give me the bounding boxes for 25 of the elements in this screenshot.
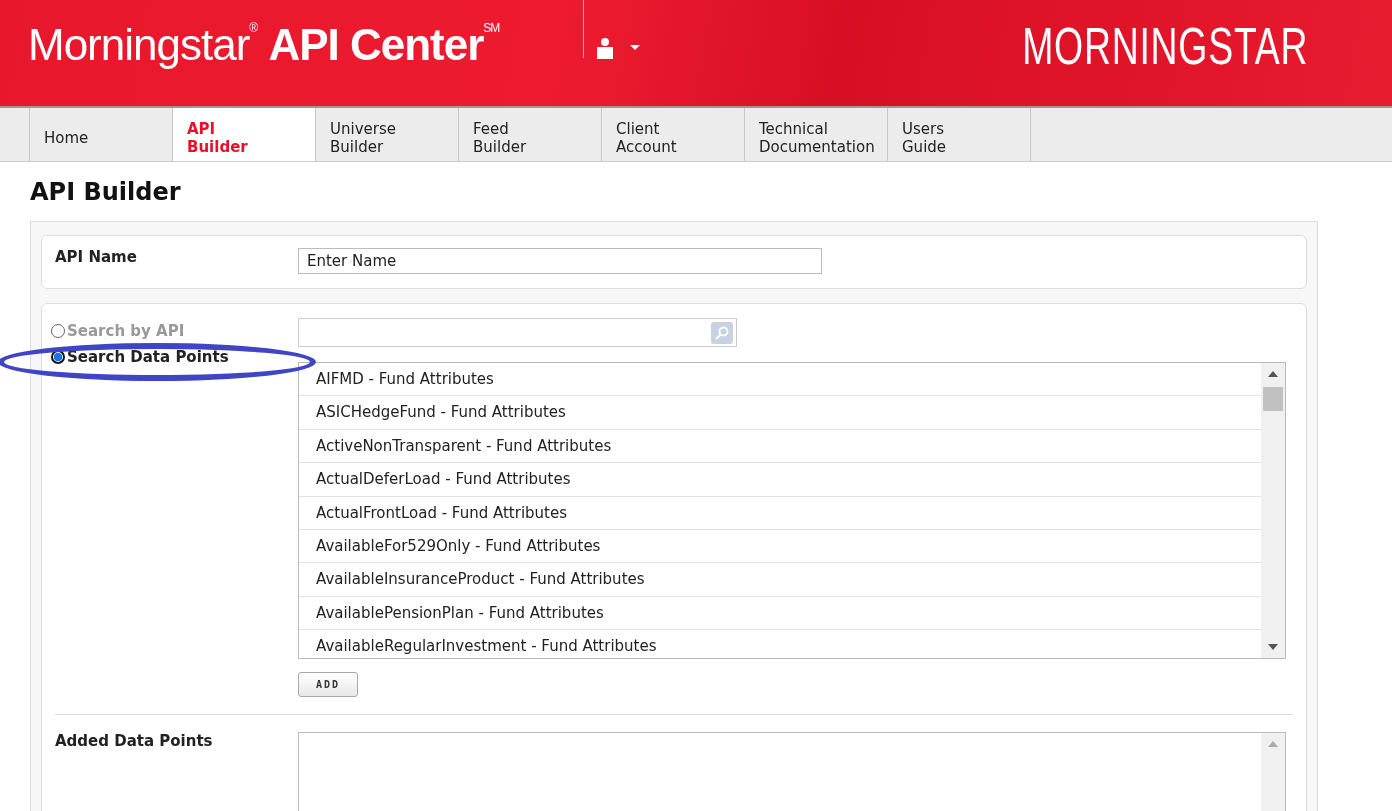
api-name-field[interactable]: Enter Name	[298, 248, 822, 274]
field-label: Added Data Points	[55, 732, 214, 752]
page-title: API Builder	[30, 178, 182, 206]
add-button[interactable]: ADD	[298, 672, 358, 697]
field-label: API Name	[55, 248, 138, 266]
radio-icon[interactable]	[51, 324, 65, 338]
data-point-item[interactable]: AvailablePensionPlan - Fund Attributes	[299, 596, 1261, 631]
data-point-item[interactable]: ASICHedgeFund - Fund Attributes	[299, 396, 1261, 430]
data-point-item[interactable]: ActiveNonTransparent - Fund Attributes	[299, 429, 1261, 464]
scroll-up-icon[interactable]	[1268, 371, 1278, 377]
scroll-down-icon[interactable]	[1268, 644, 1278, 650]
data-point-item[interactable]: AvailableFor529Only - Fund Attributes	[299, 529, 1261, 564]
data-point-item[interactable]: ActualDeferLoad - Fund Attributes	[299, 463, 1261, 497]
user-menu-icon[interactable]	[596, 37, 643, 59]
search-mode-radio[interactable]: Search Data Points	[51, 348, 229, 366]
nav-tab[interactable]: API Builder	[172, 108, 315, 161]
search-field[interactable]	[298, 318, 737, 347]
search-icon[interactable]	[711, 321, 733, 344]
scrollbar[interactable]	[1261, 363, 1285, 658]
site-title: Morningstar$^{®}$ API Center$^{SM}$	[28, 20, 500, 70]
data-point-item[interactable]: ActualFrontLoad - Fund Attributes	[299, 496, 1261, 530]
scroll-thumb[interactable]	[1263, 387, 1283, 411]
data-point-item[interactable]: AIFMD - Fund Attributes	[299, 363, 1261, 397]
company-logo: MORNINGSTAR	[1022, 16, 1308, 76]
data-point-item[interactable]: AvailableInsuranceProduct - Fund Attributes	[299, 563, 1261, 597]
